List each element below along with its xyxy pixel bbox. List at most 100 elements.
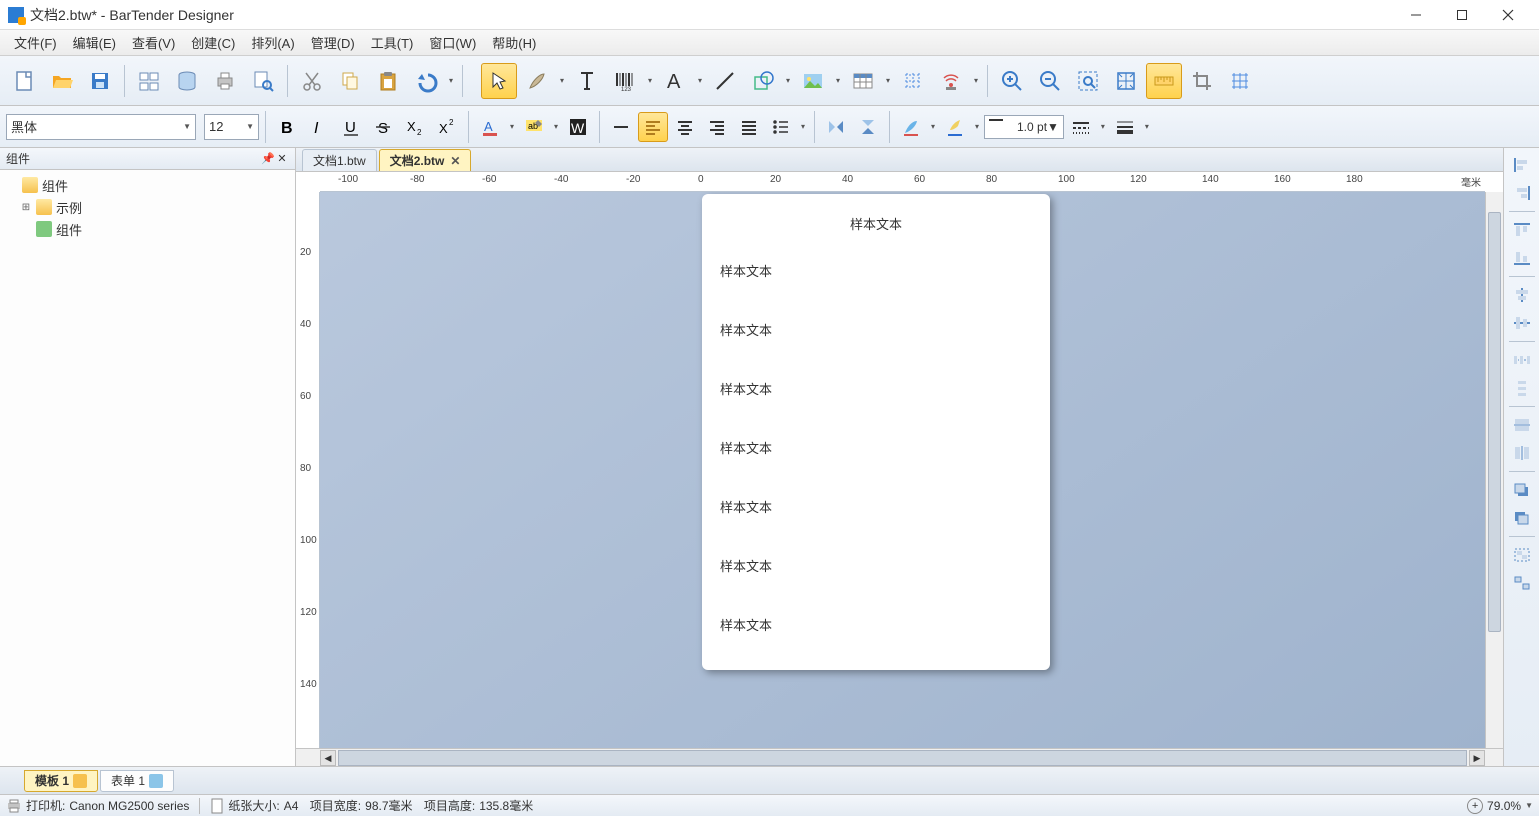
open-button[interactable] — [44, 63, 80, 99]
picture-tool[interactable] — [795, 63, 831, 99]
h-scroll-left[interactable]: ◀ — [320, 750, 336, 766]
picture-dropdown[interactable]: ▾ — [833, 76, 843, 85]
cut-button[interactable] — [294, 63, 330, 99]
tree-root[interactable]: 组件 — [6, 174, 289, 196]
fill-color-button[interactable] — [896, 112, 926, 142]
font-family-combo[interactable]: 黑体▼ — [6, 114, 196, 140]
same-height[interactable] — [1507, 440, 1537, 466]
table-tool[interactable] — [845, 63, 881, 99]
menu-manage[interactable]: 管理(D) — [303, 30, 363, 55]
vertical-ruler[interactable]: 20406080100120140 — [296, 192, 320, 748]
text-object-dropdown[interactable]: ▾ — [695, 76, 705, 85]
pointer-tool[interactable] — [481, 63, 517, 99]
italic-button[interactable]: I — [304, 112, 334, 142]
list-button[interactable] — [766, 112, 796, 142]
align-left-button[interactable] — [638, 112, 668, 142]
font-color-dropdown[interactable]: ▾ — [507, 122, 517, 131]
menu-file[interactable]: 文件(F) — [6, 30, 65, 55]
zoom-fit-button[interactable] — [1108, 63, 1144, 99]
shape-dropdown[interactable]: ▾ — [783, 76, 793, 85]
zoom-in-status[interactable]: + — [1467, 798, 1483, 814]
grid-tool[interactable] — [895, 63, 931, 99]
templates-button[interactable] — [131, 63, 167, 99]
pin-icon[interactable]: 📌 — [261, 152, 275, 165]
doc-tab-2[interactable]: 文档2.btw✕ — [379, 149, 472, 171]
horizontal-scrollbar[interactable]: ◀ ▶ — [320, 749, 1485, 766]
align-left-objects[interactable] — [1507, 152, 1537, 178]
zoom-region-button[interactable] — [1070, 63, 1106, 99]
send-back[interactable] — [1507, 505, 1537, 531]
barcode-dropdown[interactable]: ▾ — [645, 76, 655, 85]
flip-v-button[interactable] — [853, 112, 883, 142]
sample-text-5[interactable]: 样本文本 — [720, 497, 1032, 516]
list-dropdown[interactable]: ▾ — [798, 122, 808, 131]
template-tab[interactable]: 模板 1 — [24, 770, 98, 792]
form-tab[interactable]: 表单 1 — [100, 770, 174, 792]
label-page[interactable]: 样本文本 样本文本 样本文本 样本文本 样本文本 样本文本 样本文本 样本文本 — [702, 194, 1050, 670]
brush-dropdown[interactable]: ▾ — [557, 76, 567, 85]
menu-create[interactable]: 创建(C) — [183, 30, 243, 55]
sample-text-7[interactable]: 样本文本 — [720, 615, 1032, 634]
v-scroll-thumb[interactable] — [1488, 212, 1501, 632]
font-size-combo[interactable]: 12▼ — [204, 114, 259, 140]
align-bottom-objects[interactable] — [1507, 245, 1537, 271]
line-style-dropdown[interactable]: ▾ — [1142, 122, 1152, 131]
group-button[interactable] — [1507, 542, 1537, 568]
sample-text-6[interactable]: 样本文本 — [720, 556, 1032, 575]
sample-text-3[interactable]: 样本文本 — [720, 379, 1032, 398]
close-button[interactable] — [1485, 0, 1531, 30]
close-panel-icon[interactable]: ✕ — [275, 152, 289, 165]
distribute-h[interactable] — [1507, 347, 1537, 373]
highlight-dropdown[interactable]: ▾ — [551, 122, 561, 131]
line-color-dropdown[interactable]: ▾ — [972, 122, 982, 131]
line-style-button[interactable] — [1110, 112, 1140, 142]
hr-button[interactable] — [606, 112, 636, 142]
menu-tools[interactable]: 工具(T) — [363, 30, 422, 55]
maximize-button[interactable] — [1439, 0, 1485, 30]
highlight-button[interactable]: ab — [519, 112, 549, 142]
align-right-objects[interactable] — [1507, 180, 1537, 206]
undo-dropdown[interactable]: ▾ — [446, 76, 456, 85]
same-width[interactable] — [1507, 412, 1537, 438]
sample-text-1[interactable]: 样本文本 — [720, 261, 1032, 280]
align-right-button[interactable] — [702, 112, 732, 142]
bold-button[interactable]: B — [272, 112, 302, 142]
brush-tool[interactable] — [519, 63, 555, 99]
align-center-h[interactable] — [1507, 282, 1537, 308]
underline-button[interactable]: U — [336, 112, 366, 142]
horizontal-ruler[interactable]: 毫米 -100-80-60-40-20020406080100120140160… — [320, 172, 1485, 192]
grid-toggle[interactable] — [1222, 63, 1258, 99]
tree-example[interactable]: ⊞示例 — [6, 196, 289, 218]
save-button[interactable] — [82, 63, 118, 99]
flip-h-button[interactable] — [821, 112, 851, 142]
close-tab-icon[interactable]: ✕ — [450, 154, 460, 168]
zoom-out-button[interactable] — [1032, 63, 1068, 99]
zoom-dropdown[interactable]: ▼ — [1525, 801, 1533, 810]
text-tool[interactable] — [569, 63, 605, 99]
new-button[interactable] — [6, 63, 42, 99]
menu-window[interactable]: 窗口(W) — [421, 30, 484, 55]
rfid-dropdown[interactable]: ▾ — [971, 76, 981, 85]
dash-style-button[interactable] — [1066, 112, 1096, 142]
undo-button[interactable] — [408, 63, 444, 99]
superscript-button[interactable]: X2 — [432, 112, 462, 142]
copy-button[interactable] — [332, 63, 368, 99]
doc-tab-1[interactable]: 文档1.btw — [302, 149, 377, 171]
invert-button[interactable]: W — [563, 112, 593, 142]
align-center-v[interactable] — [1507, 310, 1537, 336]
sample-text-4[interactable]: 样本文本 — [720, 438, 1032, 457]
subscript-button[interactable]: X2 — [400, 112, 430, 142]
strikethrough-button[interactable]: S — [368, 112, 398, 142]
menu-help[interactable]: 帮助(H) — [484, 30, 544, 55]
vertical-scrollbar[interactable] — [1485, 192, 1503, 748]
bring-front[interactable] — [1507, 477, 1537, 503]
print-button[interactable] — [207, 63, 243, 99]
paste-button[interactable] — [370, 63, 406, 99]
minimize-button[interactable] — [1393, 0, 1439, 30]
database-button[interactable] — [169, 63, 205, 99]
fill-color-dropdown[interactable]: ▾ — [928, 122, 938, 131]
h-scroll-thumb[interactable] — [338, 750, 1467, 766]
ruler-toggle[interactable] — [1146, 63, 1182, 99]
sample-text-2[interactable]: 样本文本 — [720, 320, 1032, 339]
status-paper[interactable]: 纸张大小: A4 项目宽度: 98.7毫米 项目高度: 135.8毫米 — [210, 797, 533, 814]
